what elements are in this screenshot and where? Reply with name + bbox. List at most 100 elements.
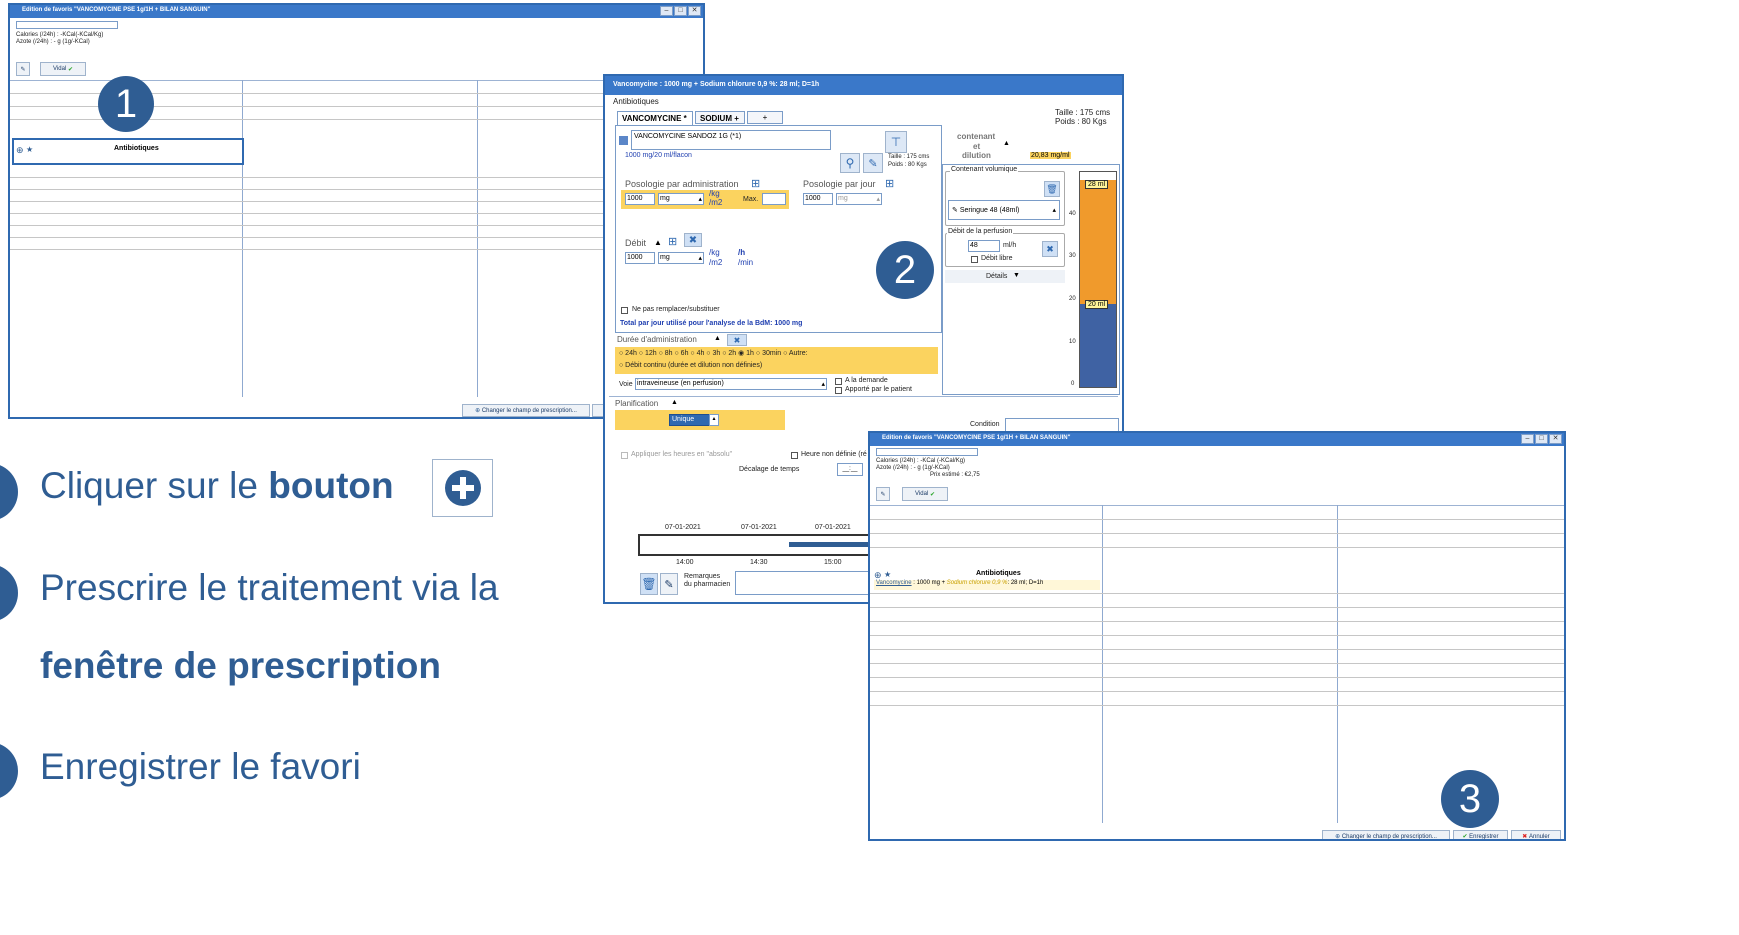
- save-button[interactable]: ✔ Enregistrer: [1453, 830, 1508, 840]
- grid-icon[interactable]: ⊞: [885, 177, 894, 190]
- dose-jour-unit-select[interactable]: mg ▴: [836, 193, 882, 205]
- debit-perfusion-input[interactable]: 48: [968, 240, 1000, 252]
- total-day-text: Total par jour utilisé pour l'analyse de…: [620, 320, 803, 327]
- edit-pencil-button[interactable]: ✎: [876, 487, 890, 501]
- debit-input[interactable]: 1000: [625, 252, 655, 264]
- appliquer-heures-label: Appliquer les heures en "absolu": [631, 451, 733, 458]
- favorite-drug-row[interactable]: Vancomycine : 1000 mg + Sodium chlorure …: [874, 580, 1100, 590]
- drug-name-field[interactable]: VANCOMYCINE SANDOZ 1G (*1): [631, 130, 831, 150]
- grid-icon[interactable]: ⊞: [668, 235, 677, 248]
- heure-non-definie-checkbox[interactable]: [791, 452, 798, 459]
- minimize-button[interactable]: –: [1521, 434, 1534, 444]
- maximize-button[interactable]: □: [674, 6, 687, 16]
- edit-remark-button[interactable]: ✎: [660, 573, 678, 595]
- drug-icon: [619, 136, 628, 145]
- category-label: Antibiotiques: [613, 97, 659, 106]
- per-m2-label: /m2: [709, 198, 723, 207]
- favorite-name-field[interactable]: [16, 21, 118, 29]
- add-circle-icon[interactable]: ⊕: [16, 145, 24, 156]
- change-field-button[interactable]: ⊕ Changer le champ de prescription...: [462, 404, 590, 417]
- sort-up-icon: ▲: [654, 238, 662, 247]
- debit-label: Débit: [625, 238, 647, 248]
- voie-select[interactable]: intraveineuse (en perfusion) ▴: [635, 378, 827, 390]
- edit-pencil-button[interactable]: ✎: [16, 62, 30, 76]
- posologie-jour-label: Posologie par jour: [803, 179, 876, 189]
- prix-text: Prix estimé : €2,75: [930, 472, 980, 478]
- azote-text: Azote (/24h) : - g (1g/-KCal): [16, 39, 90, 45]
- dose-unit-select[interactable]: mg ▴: [658, 193, 704, 205]
- duree-label: Durée d'administration: [617, 335, 697, 344]
- condition-input[interactable]: [1005, 418, 1119, 432]
- contenant-label: contenant: [957, 132, 996, 141]
- dose-input[interactable]: 1000: [625, 193, 655, 205]
- unique-dropdown-arrow[interactable]: ▴: [709, 414, 719, 426]
- column-divider: [242, 80, 243, 397]
- step-2-text-line-1: Prescrire le traitement via la: [40, 567, 499, 608]
- et-label: et: [973, 142, 981, 151]
- max-input[interactable]: [762, 193, 786, 205]
- taille-small: Taille : 175 cms: [888, 154, 930, 160]
- edit-button[interactable]: ✎: [863, 153, 883, 173]
- seringue-select[interactable]: ✎ Seringue 48 (48ml) ▴: [948, 200, 1060, 220]
- decalage-label: Décalage de temps: [739, 466, 800, 473]
- clear-duree-button[interactable]: ✖: [727, 334, 747, 346]
- vidal-button[interactable]: Vidal ✔: [902, 487, 948, 501]
- maximize-button[interactable]: □: [1535, 434, 1548, 444]
- time-label: 14:30: [750, 559, 768, 566]
- star-icon[interactable]: ★: [26, 145, 33, 154]
- dose-jour-input[interactable]: 1000: [803, 193, 833, 205]
- condition-label: Condition: [970, 421, 1000, 428]
- debit-unit-select[interactable]: mg ▴: [658, 252, 704, 264]
- delete-container-button[interactable]: 🗑: [1044, 181, 1060, 197]
- window-title: Edition de favoris "VANCOMYCINE PSE 1g/1…: [882, 435, 1071, 441]
- close-icon: ✖: [1522, 834, 1528, 840]
- sort-up-icon: ▲: [1003, 140, 1010, 147]
- tab-add[interactable]: +: [747, 111, 783, 124]
- vidal-button[interactable]: Vidal ✔: [40, 62, 86, 76]
- star-icon[interactable]: ★: [884, 570, 891, 579]
- date-label: 07-01-2021: [665, 524, 701, 531]
- clear-perfusion-button[interactable]: ✖: [1042, 241, 1058, 257]
- delete-button[interactable]: 🗑: [640, 573, 658, 595]
- cancel-button[interactable]: ✖ Annuler: [1511, 830, 1561, 840]
- change-field-button[interactable]: ⊕ Changer le champ de prescription...: [1322, 830, 1450, 839]
- check-icon: ✔: [1462, 834, 1468, 840]
- decalage-input[interactable]: __:__: [837, 463, 863, 476]
- grid-icon[interactable]: ⊞: [751, 177, 760, 190]
- debit-continu-option[interactable]: ○ Débit continu (durée et dilution non d…: [619, 362, 762, 369]
- add-circle-icon: [444, 470, 481, 506]
- close-button[interactable]: ✕: [1549, 434, 1562, 444]
- gauge-tick: 40: [1069, 211, 1076, 217]
- azote-text: Azote (/24h) : - g (1g/-KCal): [876, 465, 950, 471]
- favorite-name-field[interactable]: [876, 448, 978, 456]
- taille-label: Taille : 175 cms: [1055, 108, 1111, 117]
- gauge-tick: 10: [1069, 339, 1076, 345]
- a-la-demande-checkbox[interactable]: [835, 378, 842, 385]
- poids-label: Poids : 80 Kgs: [1055, 117, 1107, 126]
- concentration-text: 1000 mg/20 ml/flacon: [625, 152, 692, 159]
- antibiotics-group-row[interactable]: ⊕ ★ Antibiotiques: [12, 138, 244, 165]
- favorite-edit-window-1: Edition de favoris "VANCOMYCINE PSE 1g/1…: [8, 3, 705, 419]
- minimize-button[interactable]: –: [660, 6, 673, 16]
- clear-debit-button[interactable]: ✖: [684, 233, 702, 247]
- trash-icon: 🗑: [641, 577, 657, 591]
- prescription-title-bar: Vancomycine : 1000 mg + Sodium chlorure …: [605, 76, 1122, 95]
- chevron-down-icon[interactable]: ▼: [1013, 272, 1020, 279]
- duree-options[interactable]: ○ 24h ○ 12h ○ 8h ○ 6h ○ 4h ○ 3h ○ 2h ◉ 1…: [619, 349, 808, 357]
- debit-libre-checkbox[interactable]: [971, 256, 978, 263]
- tab-vancomycine[interactable]: VANCOMYCINE *: [617, 111, 693, 125]
- appliquer-heures-checkbox[interactable]: [621, 452, 628, 459]
- sort-up-icon: ▲: [714, 335, 721, 342]
- close-icon: ✖: [1046, 243, 1054, 254]
- drug-info-button[interactable]: ⊤: [885, 131, 907, 153]
- no-replace-checkbox[interactable]: [621, 307, 628, 314]
- search-button[interactable]: ⚲: [840, 153, 860, 173]
- apporte-patient-checkbox[interactable]: [835, 387, 842, 394]
- remarques-label: Remarques: [684, 573, 721, 580]
- step-bullet-1: [0, 463, 18, 521]
- group-label: Antibiotiques: [976, 570, 1021, 577]
- calories-text: Calories (/24h) : -KCal(-KCal/Kg): [16, 32, 104, 38]
- close-button[interactable]: ✕: [688, 6, 701, 16]
- gauge-top-label: 28 ml: [1085, 180, 1109, 189]
- tab-sodium[interactable]: SODIUM +: [695, 111, 745, 124]
